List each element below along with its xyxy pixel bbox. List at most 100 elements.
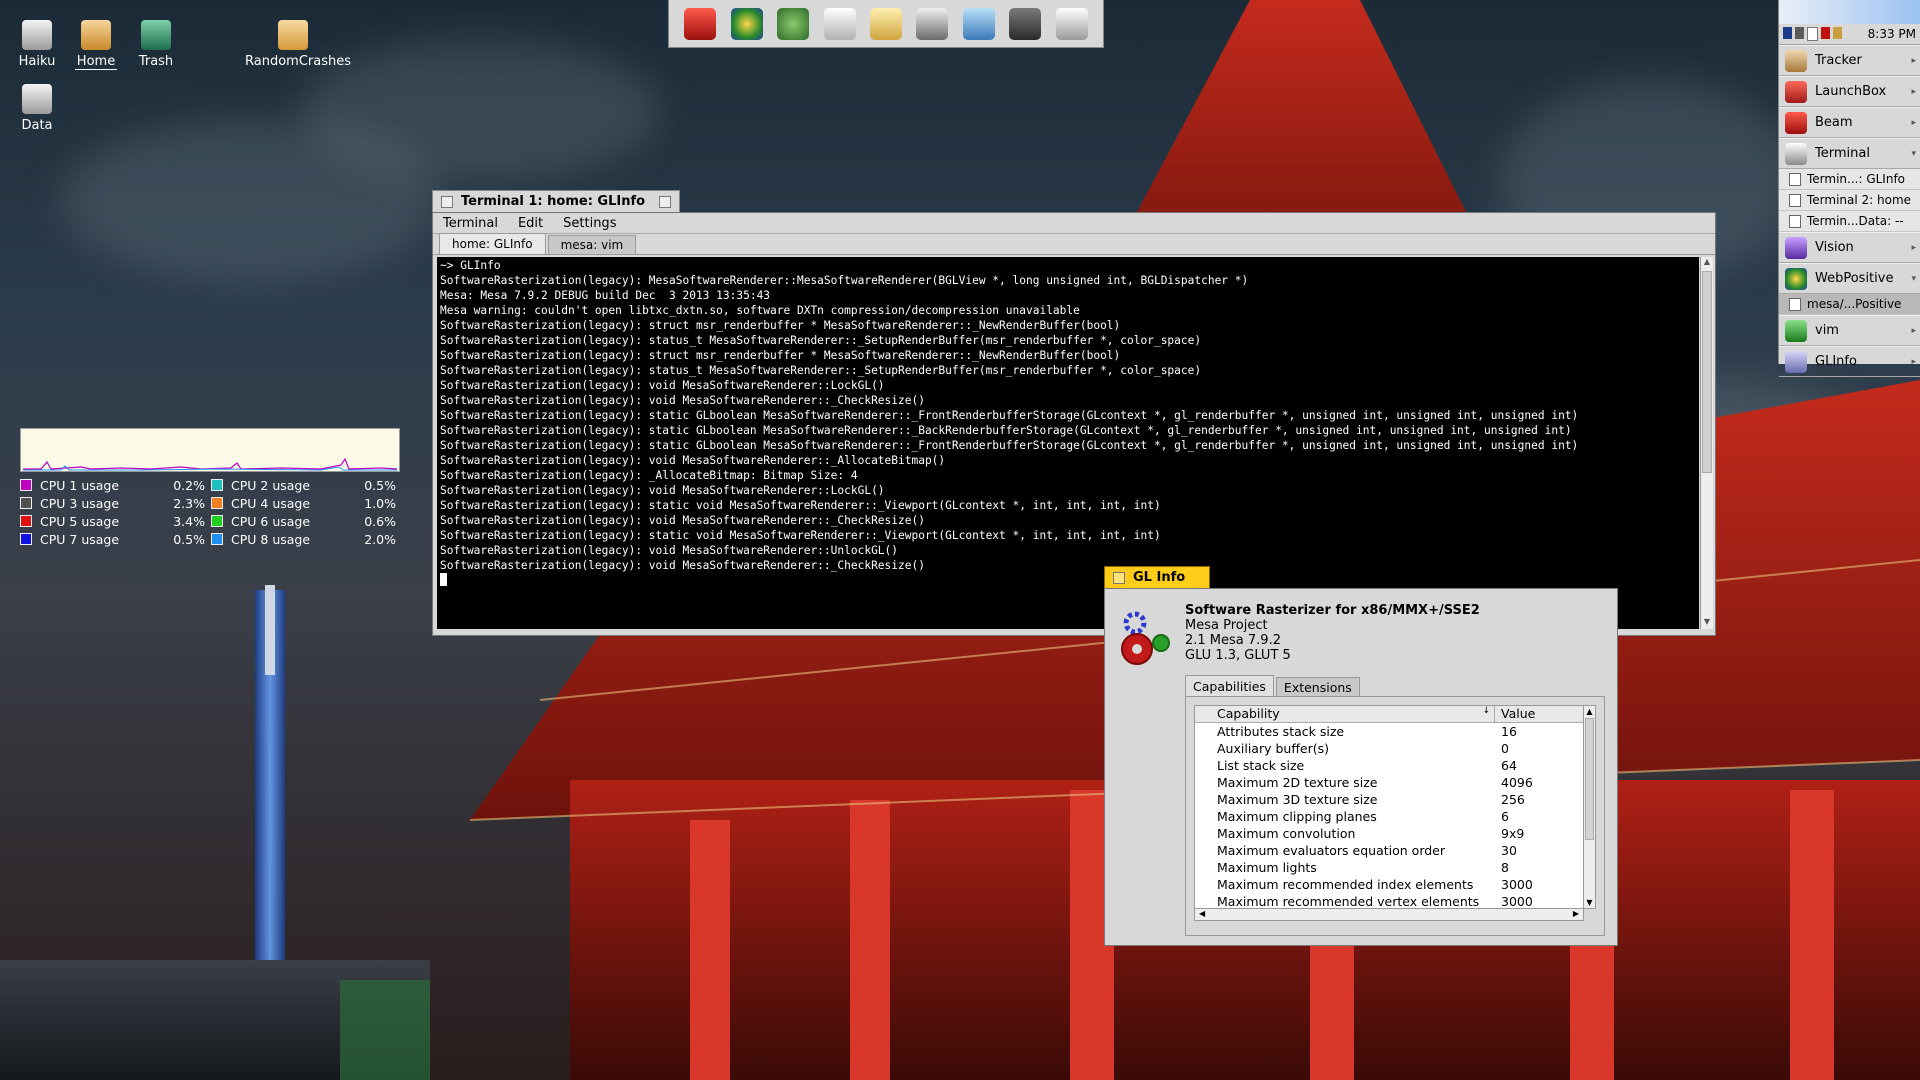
table-row[interactable]: Attributes stack size 16: [1195, 723, 1583, 740]
deskbar-window-terminal-3[interactable]: Termin...Data: --: [1779, 211, 1920, 232]
deskbar-item-launchbox[interactable]: LaunchBox ▸: [1779, 76, 1920, 107]
menu-settings[interactable]: Settings: [563, 216, 616, 231]
beam-tray-icon[interactable]: [1821, 27, 1830, 39]
disk-icon: [22, 84, 52, 114]
list-header: Capability ↓ Value: [1195, 706, 1583, 723]
table-row[interactable]: Maximum 2D texture size 4096: [1195, 774, 1583, 791]
volume-icon[interactable]: [1795, 27, 1804, 39]
capabilities-panel: Capability ↓ Value Attributes stack size 1…: [1185, 696, 1605, 936]
beam-app-icon[interactable]: [684, 7, 717, 40]
glu-version: GLU 1.3, GLUT 5: [1185, 648, 1291, 663]
window-icon: [1789, 193, 1801, 207]
window-icon: [1789, 214, 1801, 228]
deskbar-window-terminal-1[interactable]: Termin...: GLInfo: [1779, 169, 1920, 190]
webpositive-icon[interactable]: [730, 7, 763, 40]
scroll-down-icon[interactable]: ▼: [1584, 897, 1595, 908]
deskbar-window-terminal-2[interactable]: Terminal 2: home: [1779, 190, 1920, 211]
terminal-title-tab[interactable]: Terminal 1: home: GLInfo: [432, 190, 680, 212]
drive-icon[interactable]: [1055, 7, 1088, 40]
book-icon[interactable]: [962, 7, 995, 40]
terminal-scrollbar[interactable]: ▲ ▼: [1700, 257, 1713, 629]
menu-terminal[interactable]: Terminal: [443, 216, 498, 231]
table-row[interactable]: Maximum recommended index elements 3000: [1195, 876, 1583, 893]
table-row[interactable]: Maximum 3D texture size 256: [1195, 791, 1583, 808]
cpu-legend-item: CPU 5 usage 3.4%: [20, 514, 211, 529]
beam-icon: [1785, 111, 1807, 134]
tree-app-icon[interactable]: [777, 7, 810, 40]
file-icon[interactable]: [823, 7, 856, 40]
disk-icon[interactable]: [1009, 7, 1042, 40]
expand-arrow-icon: ▸: [1911, 356, 1916, 367]
gl-version: 2.1 Mesa 7.9.2: [1185, 633, 1281, 648]
table-row[interactable]: Auxiliary buffer(s) 0: [1195, 740, 1583, 757]
table-row[interactable]: List stack size 64: [1195, 757, 1583, 774]
deskbar-item-terminal[interactable]: Terminal ▾: [1779, 138, 1920, 169]
scroll-up-icon[interactable]: ▲: [1584, 706, 1595, 717]
process-icon[interactable]: [1833, 27, 1842, 39]
window-icon: [1789, 297, 1801, 311]
deskbar-item-tracker[interactable]: Tracker ▸: [1779, 45, 1920, 76]
media-icon[interactable]: [1807, 27, 1818, 41]
tab-home-glinfo[interactable]: home: GLInfo: [439, 233, 546, 254]
scroll-left-icon[interactable]: ◀: [1199, 909, 1205, 918]
glinfo-title-tab[interactable]: GL Info: [1104, 566, 1210, 588]
column-capability[interactable]: Capability ↓: [1195, 706, 1495, 722]
expand-arrow-icon: ▸: [1911, 55, 1916, 66]
expand-arrow-icon: ▸: [1911, 325, 1916, 336]
vendor-name: Mesa Project: [1185, 618, 1268, 633]
table-row[interactable]: Maximum recommended vertex elements 3000: [1195, 893, 1583, 908]
writer-icon[interactable]: [869, 7, 902, 40]
terminal-output[interactable]: ~> GLInfo SoftwareRasterization(legacy): …: [437, 257, 1699, 629]
printer-icon[interactable]: [916, 7, 949, 40]
close-icon[interactable]: [1113, 571, 1125, 584]
desktop-icon-data[interactable]: Data: [0, 84, 77, 133]
terminal-icon: [1785, 142, 1807, 165]
tab-mesa-vim[interactable]: mesa: vim: [547, 235, 637, 254]
table-row[interactable]: Maximum clipping planes 6: [1195, 808, 1583, 825]
deskbar-item-webpositive[interactable]: WebPositive ▾: [1779, 263, 1920, 294]
cpu-legend-item: CPU 7 usage 0.5%: [20, 532, 211, 547]
desktop-icon-randomcrashes[interactable]: RandomCrashes: [243, 20, 351, 69]
terminal-window: Terminal Edit Settings home: GLInfo mesa…: [432, 212, 1716, 636]
list-horizontal-scrollbar[interactable]: ◀ ▶: [1194, 909, 1584, 921]
scroll-right-icon[interactable]: ▶: [1573, 909, 1579, 918]
clock[interactable]: 8:33 PM: [1868, 27, 1916, 41]
scroll-up-icon[interactable]: ▲: [1701, 257, 1713, 269]
capabilities-list[interactable]: Capability ↓ Value Attributes stack size 1…: [1194, 705, 1584, 909]
glinfo-icon: [1785, 350, 1807, 373]
launchbox-icon: [1785, 80, 1807, 103]
deskbar-item-vision[interactable]: Vision ▸: [1779, 232, 1920, 263]
network-icon[interactable]: [1783, 27, 1792, 39]
expand-arrow-icon: ▸: [1911, 242, 1916, 253]
close-icon[interactable]: [441, 195, 453, 208]
scroll-down-icon[interactable]: ▼: [1701, 617, 1713, 629]
scroll-thumb[interactable]: [1585, 718, 1594, 840]
menu-edit[interactable]: Edit: [518, 216, 543, 231]
tab-capabilities[interactable]: Capabilities: [1185, 675, 1274, 696]
list-vertical-scrollbar[interactable]: ▲ ▼: [1584, 705, 1596, 909]
collapse-arrow-icon: ▾: [1911, 273, 1916, 284]
table-row[interactable]: Maximum evaluators equation order 30: [1195, 842, 1583, 859]
cpu-legend-item: CPU 4 usage 1.0%: [211, 496, 402, 511]
deskbar-item-vim[interactable]: vim ▸: [1779, 315, 1920, 346]
column-value[interactable]: Value: [1495, 706, 1535, 722]
table-row[interactable]: Maximum lights 8: [1195, 859, 1583, 876]
deskbar-logo[interactable]: [1779, 0, 1920, 24]
home-folder-icon: [81, 20, 111, 50]
deskbar-window-webpositive[interactable]: mesa/...Positive: [1779, 294, 1920, 315]
cpu-legend-item: CPU 6 usage 0.6%: [211, 514, 402, 529]
vim-icon: [1785, 319, 1807, 342]
zoom-icon[interactable]: [659, 195, 671, 208]
cpu-legend-item: CPU 2 usage 0.5%: [211, 478, 402, 493]
renderer-name: Software Rasterizer for x86/MMX+/SSE2: [1185, 603, 1480, 618]
collapse-arrow-icon: ▾: [1911, 148, 1916, 159]
table-row[interactable]: Maximum convolution 9x9: [1195, 825, 1583, 842]
desktop-icon-trash[interactable]: Trash: [116, 20, 196, 69]
renderer-info: Software Rasterizer for x86/MMX+/SSE2 Me…: [1185, 603, 1480, 663]
scroll-thumb[interactable]: [1702, 271, 1712, 473]
deskbar-item-glinfo[interactable]: GLInfo ▸: [1779, 346, 1920, 377]
deskbar-item-beam[interactable]: Beam ▸: [1779, 107, 1920, 138]
cpu-usage-graph: [20, 428, 400, 472]
tab-extensions[interactable]: Extensions: [1275, 677, 1360, 696]
menu-bar: Terminal Edit Settings: [433, 213, 1715, 234]
